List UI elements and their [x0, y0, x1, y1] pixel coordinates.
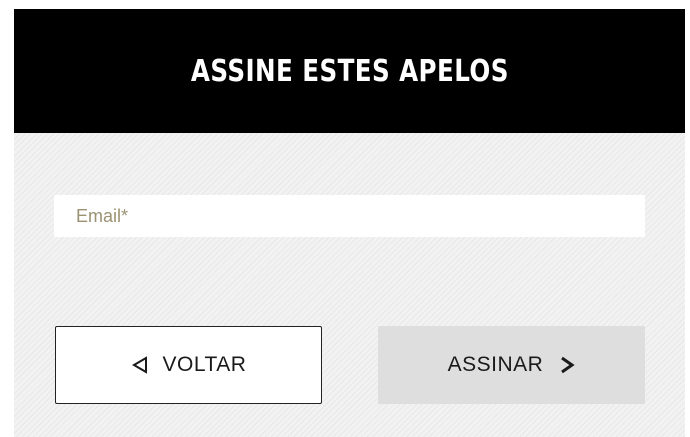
email-field[interactable] [54, 195, 645, 237]
page-title: ASSINE ESTES APELOS [190, 53, 509, 89]
panel-header: ASSINE ESTES APELOS [14, 9, 685, 133]
submit-button-label: ASSINAR [447, 353, 544, 376]
back-button-label: VOLTAR [162, 353, 247, 376]
petition-panel: ASSINE ESTES APELOS VOLTAR ASSINAR [14, 9, 685, 437]
back-button[interactable]: VOLTAR [55, 326, 322, 404]
triangle-left-icon [131, 356, 147, 374]
form-body: VOLTAR ASSINAR [14, 133, 685, 437]
chevron-right-icon [561, 356, 575, 374]
submit-button[interactable]: ASSINAR [378, 326, 645, 404]
